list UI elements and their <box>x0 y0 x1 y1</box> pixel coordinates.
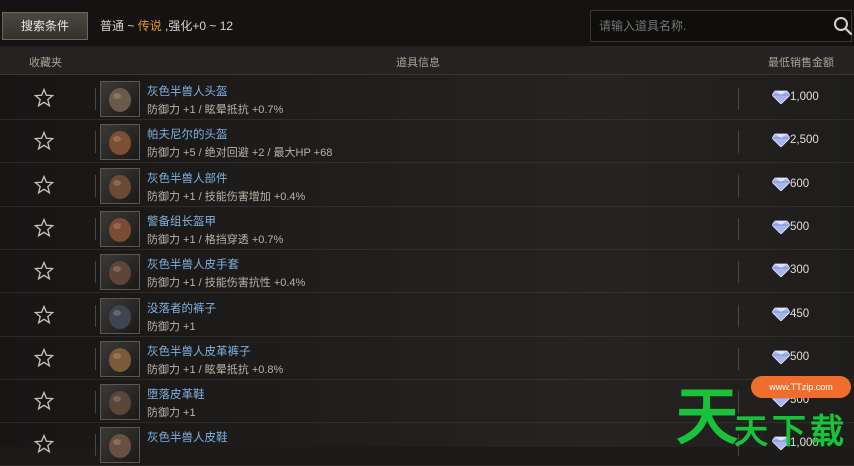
silver-gem-icon <box>772 133 790 148</box>
column-divider <box>95 88 96 110</box>
search-input[interactable] <box>590 10 852 42</box>
item-name[interactable]: 帕夫尼尔的头盔 <box>147 126 228 142</box>
silver-gem-icon <box>772 177 790 191</box>
silver-gem-icon <box>772 220 790 234</box>
filter-legend-grade: 传说 <box>137 19 162 33</box>
favorite-star-icon[interactable] <box>34 391 54 411</box>
filter-enhance-range: ,强化+0 ~ 12 <box>161 19 234 33</box>
item-stats: 防御力 +1 / 技能伤害增加 +0.4% <box>147 190 306 203</box>
item-thumbnail <box>100 210 140 247</box>
item-name[interactable]: 堕落皮革鞋 <box>147 386 205 402</box>
item-price: 450 <box>790 307 810 320</box>
item-thumbnail <box>100 124 140 161</box>
top-toolbar: 搜索条件 普通 ~ 传说 ,强化+0 ~ 12 <box>0 0 854 46</box>
favorite-star-icon[interactable] <box>34 131 54 151</box>
column-divider <box>95 174 96 197</box>
item-thumbnail <box>100 297 140 334</box>
item-price: 2,500 <box>790 134 819 147</box>
filter-summary: 普通 ~ 传说 ,强化+0 ~ 12 <box>94 12 394 40</box>
favorite-star-icon[interactable] <box>34 347 54 368</box>
column-divider <box>95 347 96 370</box>
item-name[interactable]: 灰色半兽人皮革裤子 <box>147 343 251 359</box>
item-name[interactable]: 警备组长盔甲 <box>147 213 216 229</box>
item-name[interactable]: 灰色半兽人部件 <box>147 170 228 186</box>
item-name[interactable]: 灰色半兽人头盔 <box>147 83 228 99</box>
search-conditions-button[interactable]: 搜索条件 <box>2 12 88 40</box>
favorite-star-icon[interactable] <box>34 217 54 238</box>
item-price: 300 <box>790 264 810 277</box>
filter-prefix: 普通 ~ <box>100 19 138 33</box>
column-divider <box>738 174 739 197</box>
column-divider <box>95 217 96 240</box>
table-row[interactable]: 灰色半兽人部件防御力 +1 / 技能伤害增加 +0.4% 600 <box>0 164 854 207</box>
table-row[interactable]: 警备组长盔甲防御力 +1 / 格挡穿透 +0.7% 500 <box>0 207 854 250</box>
item-price: 500 <box>790 350 810 363</box>
item-name[interactable]: 没落者的裤子 <box>147 300 216 316</box>
item-stats: 防御力 +1 / 眩晕抵抗 +0.8% <box>147 363 284 376</box>
search-icon[interactable] <box>833 16 853 36</box>
item-name[interactable]: 灰色半兽人皮鞋 <box>147 429 228 445</box>
table-row[interactable]: 灰色半兽人头盔防御力 +1 / 眩晕抵抗 +0.7% 1,000 <box>0 77 854 120</box>
column-min-price: 最低销售金额 <box>768 57 834 69</box>
watermark-char: 天 <box>734 412 768 452</box>
item-stats: 防御力 +1 <box>147 320 196 333</box>
column-divider <box>738 217 739 240</box>
item-thumbnail <box>100 340 140 377</box>
item-price: 1,000 <box>790 91 819 103</box>
table-row[interactable]: 帕夫尼尔的头盔防御力 +5 / 绝对回避 +2 / 最大HP +68 2,500 <box>0 120 854 164</box>
column-divider <box>95 391 96 414</box>
column-divider <box>738 88 739 110</box>
item-thumbnail <box>100 254 140 291</box>
favorite-star-icon[interactable] <box>34 304 54 325</box>
column-divider <box>95 261 96 284</box>
column-divider <box>95 434 96 457</box>
column-divider <box>738 304 739 327</box>
favorite-star-icon[interactable] <box>34 434 54 454</box>
silver-gem-icon <box>772 350 790 364</box>
column-favorite: 收藏夹 <box>29 57 62 69</box>
column-divider <box>738 131 739 154</box>
favorite-star-icon[interactable] <box>34 174 54 195</box>
table-header: 收藏夹 道具信息 最低销售金额 <box>0 46 854 75</box>
column-item-info: 道具信息 <box>396 57 440 69</box>
item-thumbnail <box>100 167 140 204</box>
column-divider <box>95 131 96 154</box>
column-divider <box>95 304 96 327</box>
watermark-char: 天 <box>676 380 739 453</box>
item-price: 600 <box>790 177 810 190</box>
favorite-star-icon[interactable] <box>34 88 54 108</box>
item-thumbnail <box>100 384 140 421</box>
item-price: 500 <box>790 220 810 233</box>
item-thumbnail <box>100 81 140 117</box>
table-row[interactable]: 灰色半兽人皮手套防御力 +1 / 技能伤害抗性 +0.4% 300 <box>0 250 854 294</box>
watermark-char: 下 <box>772 412 806 452</box>
column-divider <box>738 261 739 284</box>
item-stats: 防御力 +1 <box>147 407 196 420</box>
silver-gem-icon <box>772 90 790 104</box>
watermark: 天 天 下 载 www.TTzip.com <box>676 366 854 453</box>
silver-gem-icon <box>772 307 790 321</box>
item-stats: 防御力 +1 / 格挡穿透 +0.7% <box>147 233 284 246</box>
item-stats: 防御力 +1 / 技能伤害抗性 +0.4% <box>147 277 306 290</box>
item-name[interactable]: 灰色半兽人皮手套 <box>147 256 239 272</box>
item-stats: 防御力 +5 / 绝对回避 +2 / 最大HP +68 <box>147 147 333 160</box>
silver-gem-icon <box>772 263 790 278</box>
item-thumbnail <box>100 427 140 464</box>
item-stats: 防御力 +1 / 眩晕抵抗 +0.7% <box>147 104 284 116</box>
table-row[interactable]: 没落者的裤子 防御力 +1 450 <box>0 294 854 337</box>
watermark-url: www.TTzip.com <box>751 376 851 398</box>
watermark-char: 载 <box>810 412 844 452</box>
favorite-star-icon[interactable] <box>34 261 54 281</box>
